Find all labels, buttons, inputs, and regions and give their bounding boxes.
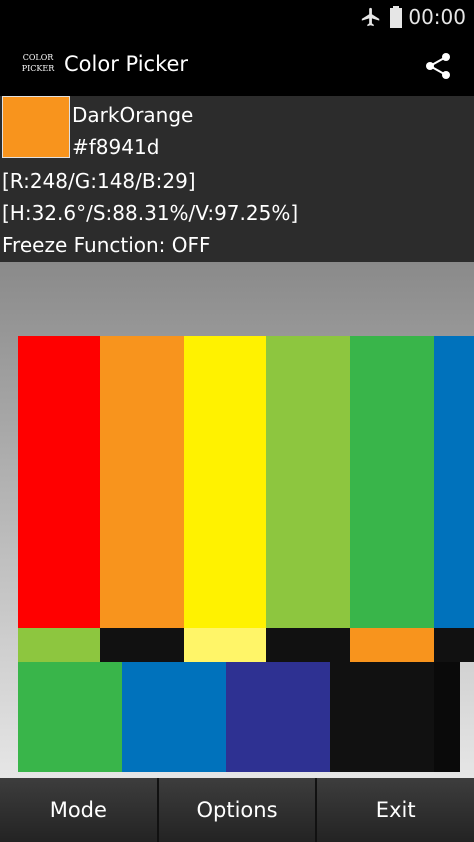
palette-mid-5 [350, 628, 434, 662]
airplane-mode-icon [361, 7, 380, 27]
palette-mid-3 [184, 628, 266, 662]
exit-button[interactable]: Exit [317, 778, 474, 842]
palette-top-1 [18, 336, 100, 628]
palette-mid-1 [18, 628, 100, 662]
palette-mid-2 [100, 628, 184, 662]
mode-button[interactable]: Mode [0, 778, 159, 842]
palette-top-6 [434, 336, 474, 628]
bottom-bar: Mode Options Exit [0, 778, 474, 842]
freeze-status: Freeze Function: OFF [2, 233, 211, 257]
color-hsv: [H:32.6°/S:88.31%/V:97.25%] [2, 201, 299, 225]
palette-bot-2 [122, 662, 226, 772]
palette-bot-4 [330, 662, 434, 772]
battery-icon [390, 6, 402, 28]
app-bar: COLOR PICKER Color Picker [0, 36, 474, 96]
palette-top-4 [266, 336, 350, 628]
palette-top-3 [184, 336, 266, 628]
palette-mid-6 [434, 628, 474, 662]
share-icon[interactable] [422, 50, 454, 82]
color-hex: #f8941d [72, 135, 160, 159]
palette-bot-3 [226, 662, 330, 772]
app-logo: COLOR PICKER [18, 52, 58, 74]
logo-line-1: COLOR [22, 53, 54, 62]
color-rgb: [R:248/G:148/B:29] [2, 169, 196, 193]
color-info-panel: DarkOrange #f8941d [R:248/G:148/B:29] [H… [0, 96, 474, 262]
palette-bot-5 [434, 662, 460, 772]
camera-viewer[interactable] [0, 262, 474, 778]
logo-line-2: PICKER [21, 64, 55, 73]
status-bar: 00:00 [0, 0, 474, 36]
color-swatch [2, 96, 70, 158]
palette-mid-4 [266, 628, 350, 662]
palette-top-5 [350, 336, 434, 628]
palette-top-2 [100, 336, 184, 628]
status-clock: 00:00 [408, 5, 466, 29]
palette-bot-1 [18, 662, 122, 772]
options-button[interactable]: Options [159, 778, 318, 842]
color-name: DarkOrange [72, 103, 194, 127]
app-title: Color Picker [64, 52, 189, 76]
